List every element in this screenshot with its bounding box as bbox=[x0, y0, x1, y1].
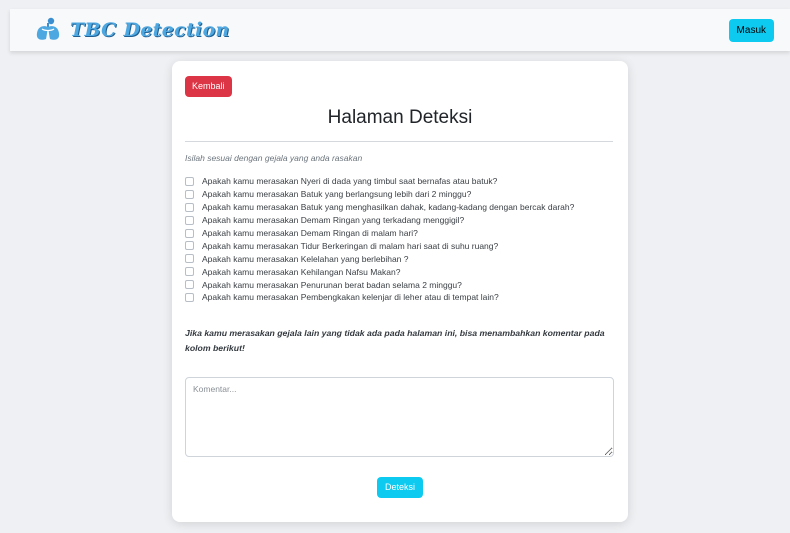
symptom-item: Apakah kamu merasakan Kehilangan Nafsu M… bbox=[185, 265, 574, 278]
symptom-label: Apakah kamu merasakan Batuk yang menghas… bbox=[202, 202, 575, 213]
page-title: Halaman Deteksi bbox=[327, 107, 473, 128]
symptom-label: Apakah kamu merasakan Demam Ringan di ma… bbox=[202, 228, 418, 238]
symptom-label: Apakah kamu merasakan Penurunan berat ba… bbox=[202, 279, 462, 290]
symptom-item: Apakah kamu merasakan Tidur Berkeringan … bbox=[185, 239, 574, 252]
symptom-item: Apakah kamu merasakan Penurunan berat ba… bbox=[185, 278, 574, 291]
symptom-checkbox[interactable] bbox=[185, 215, 194, 225]
symptom-label: Apakah kamu merasakan Pembengkakan kelen… bbox=[202, 292, 499, 303]
title-divider bbox=[185, 141, 613, 142]
symptom-item: Apakah kamu merasakan Kelelahan yang ber… bbox=[185, 252, 574, 265]
brand[interactable]: TBC Detection bbox=[34, 17, 230, 43]
symptom-checkbox[interactable] bbox=[185, 228, 194, 238]
symptom-label: Apakah kamu merasakan Batuk yang berlang… bbox=[202, 189, 472, 200]
symptom-checkbox[interactable] bbox=[185, 292, 194, 302]
symptom-item: Apakah kamu merasakan Demam Ringan yang … bbox=[185, 214, 574, 227]
back-button[interactable]: Kembali bbox=[185, 76, 232, 97]
symptom-checkbox[interactable] bbox=[185, 267, 194, 277]
navbar: TBC Detection Masuk bbox=[10, 9, 790, 51]
form-subtitle: Isilah sesuai dengan gejala yang anda ra… bbox=[185, 153, 363, 163]
symptom-label: Apakah kamu merasakan Kelelahan yang ber… bbox=[202, 253, 409, 264]
symptom-item: Apakah kamu merasakan Pembengkakan kelen… bbox=[185, 291, 574, 304]
comment-textarea[interactable] bbox=[185, 377, 614, 457]
symptom-item: Apakah kamu merasakan Demam Ringan di ma… bbox=[185, 227, 574, 240]
detect-button[interactable]: Deteksi bbox=[377, 477, 424, 498]
symptom-item: Apakah kamu merasakan Nyeri di dada yang… bbox=[185, 175, 574, 188]
detection-card: Kembali Halaman Deteksi Isilah sesuai de… bbox=[172, 61, 628, 522]
symptom-item: Apakah kamu merasakan Batuk yang menghas… bbox=[185, 201, 574, 214]
symptom-checkbox[interactable] bbox=[185, 280, 194, 290]
symptom-label: Apakah kamu merasakan Demam Ringan yang … bbox=[202, 215, 465, 226]
symptom-checkbox[interactable] bbox=[185, 189, 194, 199]
login-button[interactable]: Masuk bbox=[728, 18, 774, 42]
lungs-logo-icon bbox=[34, 17, 62, 43]
symptom-checkbox[interactable] bbox=[185, 254, 194, 264]
symptom-label: Apakah kamu merasakan Tidur Berkeringan … bbox=[202, 240, 499, 251]
symptom-checkbox[interactable] bbox=[185, 176, 194, 186]
symptom-label: Apakah kamu merasakan Kehilangan Nafsu M… bbox=[202, 266, 401, 277]
symptom-item: Apakah kamu merasakan Batuk yang berlang… bbox=[185, 188, 574, 201]
symptom-list: Apakah kamu merasakan Nyeri di dada yang… bbox=[185, 175, 574, 304]
comment-instruction: Jika kamu merasakan gejala lain yang tid… bbox=[185, 328, 605, 353]
brand-text: TBC Detection bbox=[70, 19, 230, 41]
symptom-checkbox[interactable] bbox=[185, 202, 194, 212]
symptom-label: Apakah kamu merasakan Nyeri di dada yang… bbox=[202, 176, 498, 187]
symptom-checkbox[interactable] bbox=[185, 241, 194, 251]
